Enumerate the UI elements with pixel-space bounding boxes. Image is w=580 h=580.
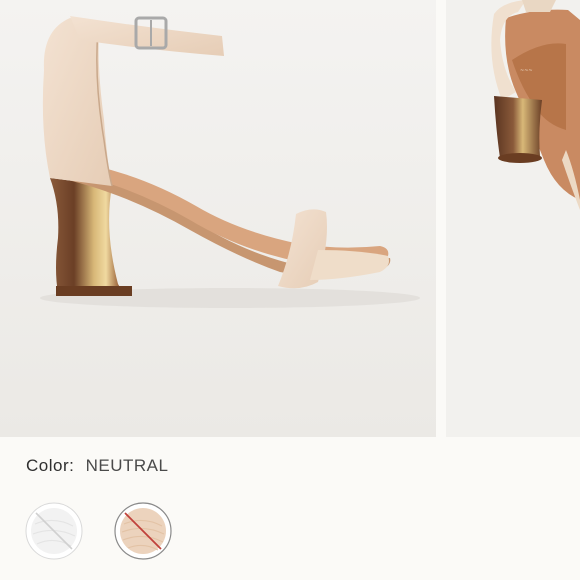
swatch-neutral[interactable] bbox=[114, 502, 172, 560]
color-label: Color: bbox=[26, 456, 75, 475]
sandal-angle-view-image: ~~~ bbox=[446, 0, 580, 437]
swatch-white[interactable] bbox=[25, 502, 83, 560]
svg-text:~~~: ~~~ bbox=[520, 68, 533, 74]
product-image-next[interactable]: ~~~ bbox=[446, 0, 580, 437]
product-image-gallery[interactable]: ~~~ bbox=[0, 0, 580, 437]
sandal-side-view-image bbox=[0, 0, 436, 437]
color-value: NEUTRAL bbox=[85, 456, 169, 475]
color-selection-label: Color: NEUTRAL bbox=[26, 456, 168, 478]
product-image-main[interactable] bbox=[0, 0, 436, 437]
